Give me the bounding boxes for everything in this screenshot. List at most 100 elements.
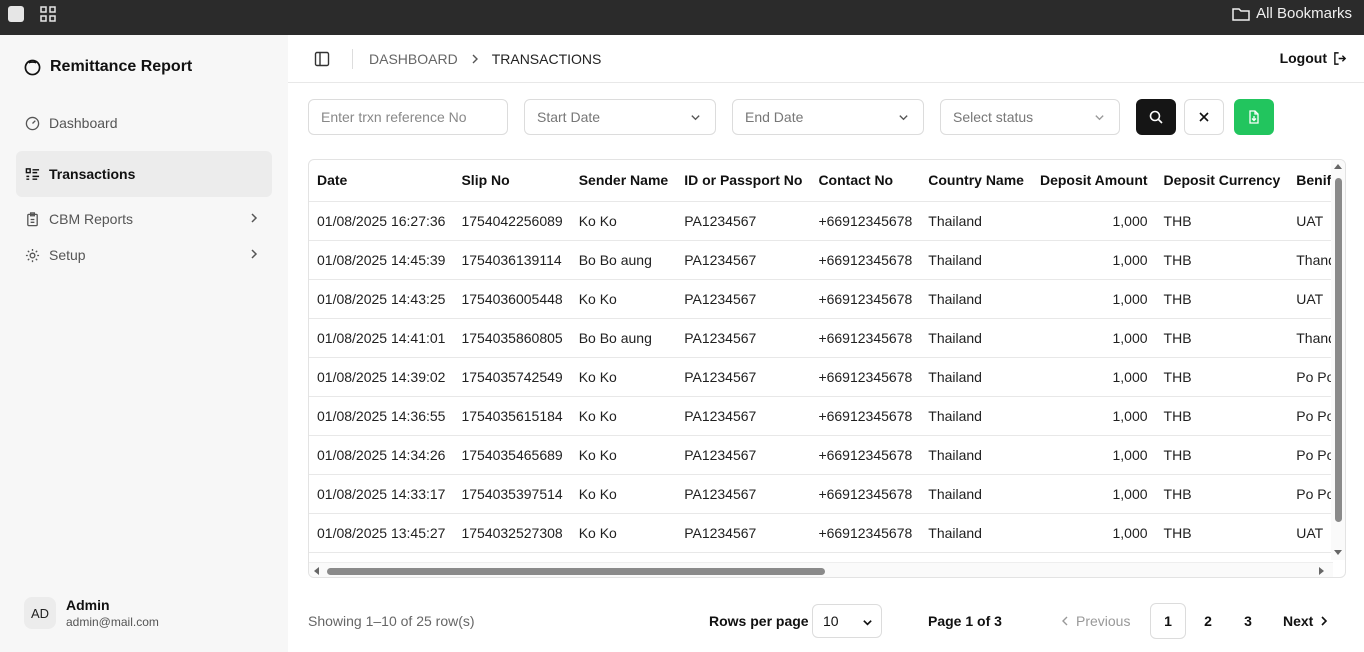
clipboard-icon bbox=[27, 211, 38, 226]
logout-label: Logout bbox=[1279, 50, 1327, 66]
gauge-icon bbox=[25, 116, 40, 130]
table-body: 01/08/2025 16:27:36 1754042256089 Ko Ko PA1… bbox=[309, 201, 1345, 553]
table-cell: Ko Ko bbox=[570, 357, 677, 397]
logo-icon bbox=[24, 59, 41, 75]
table-row[interactable]: 01/08/2025 14:34:26 1754035465689 Ko Ko PA1… bbox=[309, 435, 1345, 475]
table-row[interactable]: 01/08/2025 14:43:25 1754036005448 Ko Ko PA1… bbox=[309, 279, 1345, 319]
vertical-scrollbar[interactable] bbox=[1331, 160, 1345, 560]
transactions-table-container: Date Slip No Sender Name ID or Passport No C… bbox=[308, 159, 1346, 578]
table-cell: Thailand bbox=[920, 279, 1032, 319]
table-cell: 01/08/2025 14:43:25 bbox=[309, 279, 454, 319]
scroll-right-arrow[interactable] bbox=[1319, 567, 1324, 575]
table-cell: Ko Ko bbox=[570, 279, 677, 319]
user-profile[interactable]: AD Admin admin@mail.com bbox=[24, 597, 159, 629]
status-label: Select status bbox=[953, 109, 1034, 125]
search-button[interactable] bbox=[1136, 99, 1176, 135]
page-button-2[interactable]: 2 bbox=[1190, 603, 1226, 639]
avatar: AD bbox=[24, 597, 56, 629]
table-row[interactable]: 01/08/2025 14:39:02 1754035742549 Ko Ko PA1… bbox=[309, 357, 1345, 397]
table-cell: 1754036005448 bbox=[453, 279, 571, 319]
end-date-picker[interactable]: End Date bbox=[732, 99, 924, 135]
scroll-left-arrow[interactable] bbox=[314, 567, 319, 575]
table-cell: 01/08/2025 14:33:17 bbox=[309, 474, 454, 514]
column-header[interactable]: Sender Name bbox=[570, 160, 677, 202]
previous-page-button[interactable]: Previous bbox=[1060, 613, 1130, 629]
rows-per-page-select[interactable]: 10 bbox=[812, 604, 882, 638]
column-header[interactable]: ID or Passport No bbox=[676, 160, 811, 202]
user-name: Admin bbox=[66, 597, 110, 613]
table-cell: 1754035742549 bbox=[453, 357, 571, 397]
table-row[interactable]: 01/08/2025 14:33:17 1754035397514 Ko Ko PA1… bbox=[309, 474, 1345, 514]
table-row[interactable]: 01/08/2025 13:45:27 1754032527308 Ko Ko PA1… bbox=[309, 513, 1345, 553]
divider bbox=[352, 49, 353, 69]
scroll-down-arrow[interactable] bbox=[1334, 550, 1342, 555]
table-cell: 01/08/2025 14:41:01 bbox=[309, 318, 454, 358]
table-cell: PA1234567 bbox=[676, 474, 811, 514]
page-indicator: Page 1 of 3 bbox=[928, 613, 1002, 629]
brand-title: Remittance Report bbox=[50, 58, 193, 75]
start-date-label: Start Date bbox=[537, 109, 601, 125]
table-row[interactable]: 01/08/2025 14:41:01 1754035860805 Bo Bo au… bbox=[309, 318, 1345, 358]
table-cell: 01/08/2025 14:39:02 bbox=[309, 357, 454, 397]
table-cell: PA1234567 bbox=[676, 240, 811, 280]
app-brand[interactable]: Remittance Report bbox=[24, 58, 192, 76]
chevron-right-icon bbox=[251, 213, 258, 223]
table-cell: 1,000 bbox=[1031, 240, 1156, 280]
settings-icon bbox=[25, 248, 40, 262]
apps-grid-icon[interactable] bbox=[40, 6, 56, 22]
table-cell: 01/08/2025 13:45:27 bbox=[309, 513, 454, 553]
breadcrumb-dashboard[interactable]: DASHBOARD bbox=[369, 51, 458, 67]
sidebar-item-transactions[interactable]: Transactions bbox=[16, 151, 272, 197]
start-date-picker[interactable]: Start Date bbox=[524, 99, 716, 135]
reference-search-input[interactable] bbox=[321, 109, 495, 125]
all-bookmarks-button[interactable]: All Bookmarks bbox=[1232, 5, 1352, 22]
previous-label: Previous bbox=[1076, 613, 1131, 629]
clear-filters-button[interactable] bbox=[1184, 99, 1224, 135]
table-cell: Bo Bo aung bbox=[570, 240, 677, 280]
table-row[interactable]: 01/08/2025 16:27:36 1754042256089 Ko Ko PA1… bbox=[309, 201, 1345, 241]
table-cell: Bo Bo aung bbox=[570, 318, 677, 358]
browser-toolbar: All Bookmarks bbox=[0, 0, 1364, 35]
page-button-1[interactable]: 1 bbox=[1150, 603, 1186, 639]
main-content: DASHBOARD TRANSACTIONS Logout Start Date… bbox=[288, 35, 1364, 652]
column-header[interactable]: Deposit Amount bbox=[1031, 160, 1156, 202]
chevron-down-icon bbox=[863, 620, 872, 626]
logout-button[interactable]: Logout bbox=[1280, 50, 1348, 66]
column-header[interactable]: Slip No bbox=[453, 160, 571, 202]
column-header[interactable]: Deposit Currency bbox=[1155, 160, 1289, 202]
table-cell: PA1234567 bbox=[676, 396, 811, 436]
column-header[interactable]: Country Name bbox=[920, 160, 1032, 202]
reference-search-field[interactable] bbox=[308, 99, 508, 135]
sidebar-item-label: Dashboard bbox=[49, 115, 118, 131]
next-label: Next bbox=[1283, 613, 1314, 629]
table-cell: PA1234567 bbox=[676, 279, 811, 319]
table-cell: Thailand bbox=[920, 357, 1032, 397]
table-cell: 1,000 bbox=[1031, 513, 1156, 553]
table-cell: Ko Ko bbox=[570, 435, 677, 475]
scrollbar-thumb[interactable] bbox=[1335, 178, 1342, 522]
table-cell: THB bbox=[1155, 240, 1289, 280]
next-page-button[interactable]: Next bbox=[1283, 613, 1329, 629]
sidebar-item-setup[interactable]: Setup bbox=[16, 232, 272, 278]
export-excel-button[interactable] bbox=[1234, 99, 1274, 135]
browser-tab-icon[interactable] bbox=[8, 6, 24, 22]
table-cell: Ko Ko bbox=[570, 474, 677, 514]
page-button-3[interactable]: 3 bbox=[1230, 603, 1266, 639]
table-row[interactable]: 01/08/2025 14:36:55 1754035615184 Ko Ko PA1… bbox=[309, 396, 1345, 436]
table-cell: Thailand bbox=[920, 474, 1032, 514]
table-row[interactable]: 01/08/2025 14:45:39 1754036139114 Bo Bo au… bbox=[309, 240, 1345, 280]
sidebar-item-dashboard[interactable]: Dashboard bbox=[16, 100, 272, 146]
scrollbar-thumb[interactable] bbox=[327, 568, 825, 575]
table-cell: Thailand bbox=[920, 396, 1032, 436]
table-cell: 1,000 bbox=[1031, 435, 1156, 475]
status-select[interactable]: Select status bbox=[940, 99, 1120, 135]
horizontal-scrollbar[interactable] bbox=[309, 562, 1333, 577]
column-header[interactable]: Contact No bbox=[810, 160, 921, 202]
rows-per-page-value: 10 bbox=[823, 613, 839, 629]
table-cell: 01/08/2025 14:34:26 bbox=[309, 435, 454, 475]
column-header[interactable]: Date bbox=[309, 160, 454, 202]
sidebar-toggle-icon[interactable] bbox=[314, 51, 330, 67]
table-cell: 1,000 bbox=[1031, 357, 1156, 397]
table-cell: 1754035465689 bbox=[453, 435, 571, 475]
scroll-up-arrow[interactable] bbox=[1334, 164, 1342, 169]
